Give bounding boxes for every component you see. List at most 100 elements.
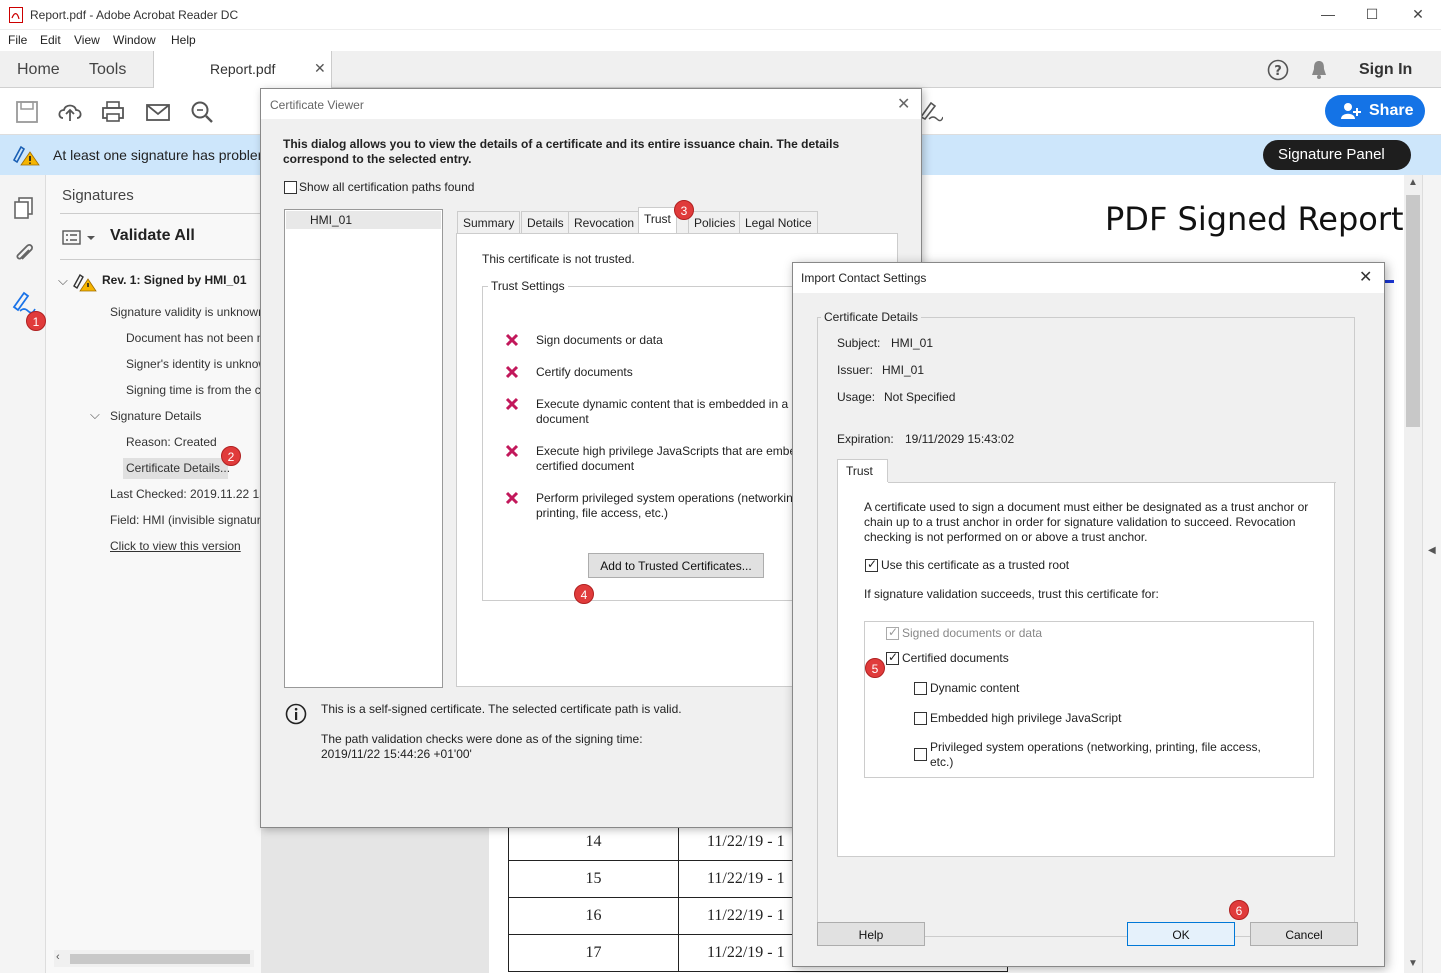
maximize-button[interactable]: ☐ xyxy=(1362,6,1382,24)
add-to-trusted-button[interactable]: Add to Trusted Certificates... xyxy=(588,553,764,578)
notification-bell-icon[interactable] xyxy=(1309,59,1329,81)
dialog-title: Certificate Viewer xyxy=(270,98,364,112)
help-glyph: ? xyxy=(1274,64,1282,79)
signature-panel-button[interactable]: Signature Panel xyxy=(1263,140,1411,170)
signature-field: Field: HMI (invisible signature) xyxy=(110,513,261,527)
share-button[interactable]: Share xyxy=(1325,95,1425,127)
divider xyxy=(888,482,1336,483)
trusted-root-label: Use this certificate as a trusted root xyxy=(881,558,1070,572)
left-rail: 1 xyxy=(0,175,46,973)
scroll-up-icon[interactable]: ▲ xyxy=(1408,177,1418,188)
scroll-left-icon[interactable]: ‹ xyxy=(56,951,60,963)
title-bar: Report.pdf - Adobe Acrobat Reader DC — ☐… xyxy=(0,0,1441,30)
trust-item-system-cont: printing, file access, etc.) xyxy=(536,506,669,520)
save-icon[interactable] xyxy=(14,99,40,125)
denied-x-icon xyxy=(505,491,519,505)
certificate-details-link[interactable]: Certificate Details... xyxy=(126,461,230,475)
zoom-search-icon[interactable] xyxy=(189,99,215,125)
step-badge-1: 1 xyxy=(26,311,46,331)
privileged-ops-checkbox[interactable] xyxy=(914,748,927,761)
tab-revocation[interactable]: Revocation xyxy=(568,211,641,233)
menu-edit[interactable]: Edit xyxy=(40,33,61,47)
email-icon[interactable] xyxy=(145,99,171,125)
dynamic-content-checkbox[interactable] xyxy=(914,682,927,695)
help-button[interactable]: Help xyxy=(817,922,925,946)
options-menu-icon[interactable] xyxy=(62,229,98,247)
signature-details-header[interactable]: Signature Details xyxy=(110,409,201,423)
close-window-button[interactable]: ✕ xyxy=(1408,6,1428,24)
row-number: 14 xyxy=(508,823,679,861)
signing-time-status: Signing time is from the clock xyxy=(126,383,261,397)
scroll-down-icon[interactable]: ▼ xyxy=(1408,958,1418,969)
chain-item-selected[interactable]: HMI_01 xyxy=(286,211,441,229)
signed-docs-checkbox[interactable] xyxy=(886,625,899,640)
denied-x-icon xyxy=(505,333,519,347)
tab-summary[interactable]: Summary xyxy=(457,211,521,233)
row-number: 15 xyxy=(508,860,679,898)
pages-icon[interactable] xyxy=(13,196,35,220)
row-number: 17 xyxy=(508,934,679,972)
trust-item-dynamic: Execute dynamic content that is embedded… xyxy=(536,397,798,411)
privileged-ops-label: Privileged system operations (networking… xyxy=(930,740,1261,754)
tab-home[interactable]: Home xyxy=(17,61,60,79)
tab-trust[interactable]: Trust xyxy=(837,459,888,483)
signatures-header: Signatures xyxy=(62,187,134,204)
expand-rev-chevron-icon[interactable]: ⌵ xyxy=(58,273,68,289)
trust-item-system: Perform privileged system operations (ne… xyxy=(536,491,793,505)
trust-item-sign: Sign documents or data xyxy=(536,333,663,347)
signature-validity[interactable]: Signature validity is unknown xyxy=(110,305,261,319)
sign-in-link[interactable]: Sign In xyxy=(1359,61,1412,79)
menu-help[interactable]: Help xyxy=(171,33,196,47)
signature-revision[interactable]: Rev. 1: Signed by HMI_01 xyxy=(102,273,247,287)
minimize-button[interactable]: — xyxy=(1318,6,1338,24)
show-all-paths-checkbox[interactable] xyxy=(284,181,297,194)
scroll-thumb[interactable] xyxy=(70,954,250,964)
trusted-root-checkbox[interactable] xyxy=(865,557,878,572)
print-icon[interactable] xyxy=(100,99,126,125)
signature-warning-icon xyxy=(73,273,97,292)
javascript-checkbox[interactable] xyxy=(914,712,927,725)
cancel-button[interactable]: Cancel xyxy=(1250,922,1358,946)
dialog-intro: This dialog allows you to view the detai… xyxy=(283,137,840,166)
menu-window[interactable]: Window xyxy=(113,33,156,47)
vertical-scroll-thumb[interactable] xyxy=(1406,195,1420,427)
signature-reason: Reason: Created xyxy=(126,435,217,449)
certified-docs-label: Certified documents xyxy=(902,651,1009,665)
horizontal-scrollbar[interactable]: ‹ xyxy=(54,950,254,967)
step-badge-2: 2 xyxy=(221,446,241,466)
close-dialog-button[interactable]: ✕ xyxy=(897,94,910,114)
trust-settings-label: Trust Settings xyxy=(488,279,568,293)
trust-item-dynamic-cont: document xyxy=(536,412,589,426)
cloud-upload-icon[interactable] xyxy=(57,99,83,125)
tab-document[interactable]: Report.pdf ✕ xyxy=(153,51,332,88)
menu-view[interactable]: View xyxy=(74,33,100,47)
close-dialog-button[interactable]: ✕ xyxy=(1359,267,1372,287)
signer-identity-status: Signer's identity is unknown xyxy=(126,357,261,371)
tab-legal-notice[interactable]: Legal Notice xyxy=(739,211,818,233)
certificate-details-label: Certificate Details xyxy=(821,310,922,324)
view-version-link[interactable]: Click to view this version xyxy=(110,539,241,553)
help-icon[interactable]: ? xyxy=(1267,59,1289,81)
ok-button[interactable]: OK xyxy=(1127,922,1235,946)
signature-panel-label: Signature Panel xyxy=(1278,146,1385,163)
show-all-paths-label: Show all certification paths found xyxy=(299,180,475,194)
close-tab-icon[interactable]: ✕ xyxy=(314,60,326,77)
step-badge-3: 3 xyxy=(674,200,694,220)
subject-value: HMI_01 xyxy=(891,336,934,350)
import-contact-settings-dialog: Import Contact Settings ✕ Certificate De… xyxy=(792,262,1385,967)
step-badge-5: 5 xyxy=(865,658,885,678)
expand-right-pane-icon[interactable]: ◀ xyxy=(1428,545,1436,556)
tab-tools[interactable]: Tools xyxy=(89,61,126,79)
denied-x-icon xyxy=(505,397,519,411)
expand-details-chevron-icon[interactable]: ⌵ xyxy=(90,407,100,423)
info-icon xyxy=(285,703,307,725)
menu-file[interactable]: File xyxy=(8,33,27,47)
certified-docs-checkbox[interactable] xyxy=(886,650,899,665)
signed-docs-label: Signed documents or data xyxy=(902,626,1043,640)
tab-trust[interactable]: Trust xyxy=(638,207,677,234)
attachment-icon[interactable] xyxy=(13,242,35,266)
tab-details[interactable]: Details xyxy=(521,211,570,233)
dialog-header: Import Contact Settings ✕ xyxy=(793,263,1384,293)
validate-all-button[interactable]: Validate All xyxy=(110,227,195,245)
tab-policies[interactable]: Policies xyxy=(688,211,742,233)
